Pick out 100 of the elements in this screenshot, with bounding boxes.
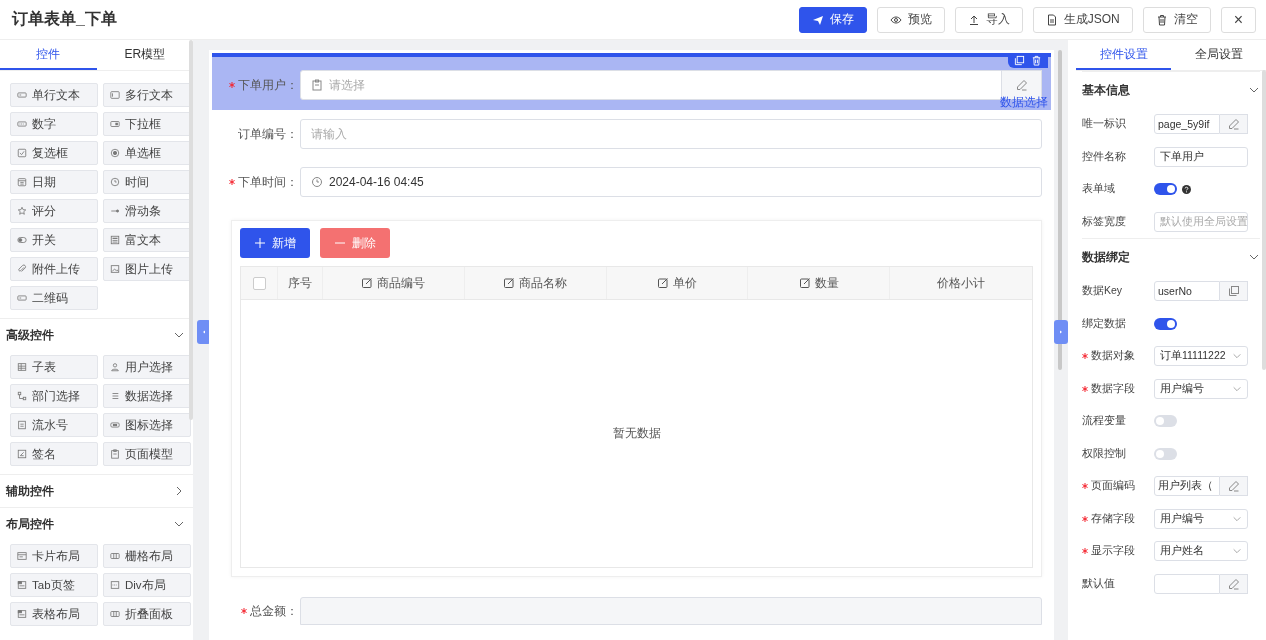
control-item[interactable]: 数据选择 [103, 384, 191, 408]
control-item[interactable]: 滑动条 [103, 199, 191, 223]
control-item[interactable]: 日期 [10, 170, 98, 194]
edit-button[interactable] [1220, 573, 1248, 594]
pencil-icon [1015, 79, 1028, 91]
pencil-icon [1227, 118, 1240, 131]
control-item[interactable]: Div布局 [103, 573, 191, 597]
copy-button[interactable] [1220, 281, 1248, 302]
control-item[interactable]: 时间 [103, 170, 191, 194]
collapse-handle[interactable] [1054, 320, 1068, 344]
rich-text-icon [110, 235, 120, 245]
control-item[interactable]: 附件上传 [10, 257, 98, 281]
eye-icon [889, 13, 902, 26]
edit-icon [657, 277, 669, 289]
toolbar-button[interactable]: 保存 [798, 6, 867, 33]
columns-icon [110, 609, 120, 619]
slider-icon [110, 206, 120, 216]
clock-icon [110, 177, 120, 187]
field-label: 订单编号： [238, 125, 298, 143]
clipboard-icon [110, 449, 120, 459]
panel-tab[interactable]: 全局设置 [1171, 40, 1266, 70]
control-item[interactable]: Tab页签 [10, 573, 98, 597]
toolbar-button[interactable]: 清空 [1142, 6, 1211, 33]
toolbar-button[interactable]: 生成JSON [1032, 6, 1133, 33]
radio-icon [110, 148, 120, 158]
control-item[interactable]: 数字 [10, 112, 98, 136]
tab-icon [17, 609, 27, 619]
section-title: 数据绑定 [1082, 248, 1130, 266]
toggle-switch[interactable] [1154, 317, 1177, 330]
control-item[interactable]: 下拉框 [103, 112, 191, 136]
column-header: 商品名称 [464, 267, 607, 299]
copy-icon [1014, 55, 1025, 66]
control-item[interactable]: 二维码 [10, 286, 98, 310]
control-item[interactable]: 评分 [10, 199, 98, 223]
scrollbar[interactable] [1262, 70, 1266, 370]
select-all-checkbox[interactable] [252, 276, 266, 290]
control-item[interactable]: 图标选择 [103, 413, 191, 437]
control-item[interactable]: 表格布局 [10, 602, 98, 626]
panel-tab[interactable]: ER模型 [96, 40, 193, 70]
setting-label: 存储字段 [1091, 511, 1135, 526]
toggle-switch[interactable] [1154, 447, 1177, 460]
copy-button[interactable] [1014, 55, 1025, 66]
control-item[interactable]: 单选框 [103, 141, 191, 165]
toggle-switch[interactable] [1154, 415, 1177, 428]
delete-button[interactable] [1031, 55, 1042, 66]
input-field[interactable]: userNo [1154, 281, 1220, 302]
control-item[interactable]: 富文本 [103, 228, 191, 252]
input-field[interactable] [1154, 573, 1220, 594]
control-item[interactable]: 复选框 [10, 141, 98, 165]
input-field[interactable]: 用户列表（ [1154, 476, 1220, 497]
input-field[interactable]: page_5y9if [1154, 114, 1220, 135]
field-label: 总金额： [250, 602, 298, 620]
date-field[interactable]: 2024-04-16 04:45 [300, 167, 1042, 197]
control-item[interactable]: 页面模型 [103, 442, 191, 466]
edit-icon [503, 277, 516, 289]
panel-tab[interactable]: 控件 [0, 40, 97, 70]
toolbar-button[interactable]: 导入 [954, 6, 1023, 33]
close-button[interactable]: × [1220, 6, 1256, 33]
edit-button[interactable] [1220, 476, 1248, 497]
setting-label: 数据字段 [1091, 381, 1135, 396]
edit-button[interactable] [1220, 114, 1248, 135]
number-field[interactable] [300, 597, 1042, 625]
setting-label: 数据对象 [1091, 349, 1135, 364]
control-item[interactable]: 折叠面板 [103, 602, 191, 626]
image-icon [110, 264, 120, 274]
scrollbar[interactable] [1058, 50, 1062, 370]
select-field[interactable]: 用户姓名 [1154, 541, 1248, 562]
control-item[interactable]: 开关 [10, 228, 98, 252]
control-item[interactable]: 图片上传 [103, 257, 191, 281]
setting-label: 标签宽度 [1082, 214, 1126, 229]
control-item[interactable]: 栅格布局 [103, 544, 191, 568]
dropdown-icon [110, 119, 120, 129]
text-field-icon [17, 293, 27, 303]
user-icon [110, 362, 120, 372]
control-item[interactable]: 卡片布局 [10, 544, 98, 568]
select-field[interactable]: 用户编号 [1154, 508, 1248, 529]
add-button[interactable]: 新增 [240, 228, 310, 258]
panel-tab[interactable]: 控件设置 [1076, 40, 1171, 70]
control-item[interactable]: 部门选择 [10, 384, 98, 408]
org-chart-icon [17, 391, 27, 401]
control-item[interactable]: 单行文本 [10, 83, 98, 107]
select-field[interactable]: 订单11111222 [1154, 346, 1248, 367]
column-header: 单价 [606, 267, 749, 299]
document-icon [17, 420, 27, 430]
number-field-icon [17, 119, 27, 129]
toggle-switch[interactable] [1154, 183, 1177, 196]
copy-icon [1227, 285, 1240, 298]
control-item[interactable]: 子表 [10, 355, 98, 379]
control-item[interactable]: 签名 [10, 442, 98, 466]
tab-icon [17, 580, 27, 590]
pencil-icon [1227, 577, 1240, 590]
column-header: 序号 [278, 267, 323, 299]
control-item[interactable]: 用户选择 [103, 355, 191, 379]
input-field[interactable]: 下单用户 [1154, 146, 1248, 167]
control-item[interactable]: 多行文本 [103, 83, 191, 107]
toolbar-button[interactable]: 预览 [876, 6, 945, 33]
control-item[interactable]: 流水号 [10, 413, 98, 437]
send-icon [811, 13, 824, 26]
select-field[interactable]: 用户编号 [1154, 378, 1248, 399]
calendar-icon [17, 177, 27, 187]
